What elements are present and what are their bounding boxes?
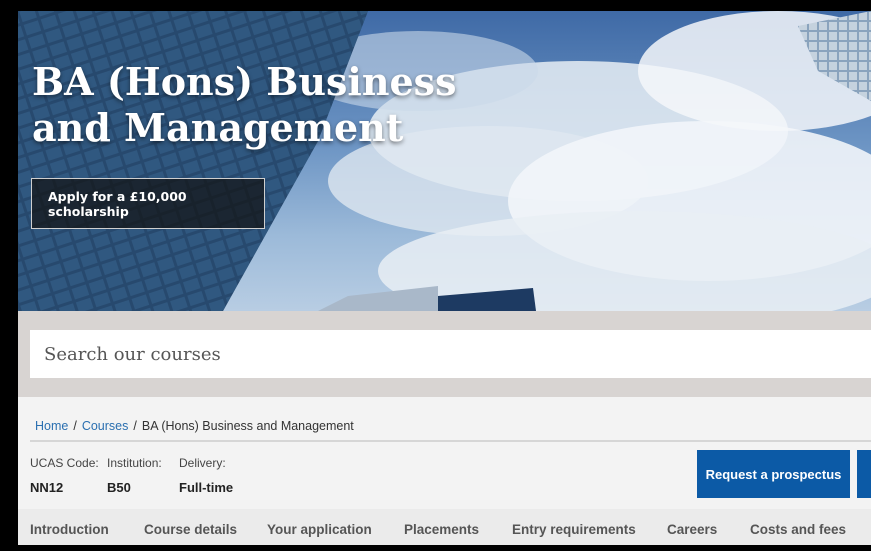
delivery-mode: Delivery: Full-time [179, 456, 233, 495]
breadcrumb-courses-link[interactable]: Courses [82, 419, 129, 433]
tab-costs-and-fees[interactable]: Costs and fees [750, 522, 846, 537]
tab-placements[interactable]: Placements [404, 522, 479, 537]
institution-label: Institution: [107, 456, 162, 470]
course-title: BA (Hons) Business and Management [32, 59, 492, 151]
breadcrumb-separator: / [133, 419, 137, 433]
scholarship-button[interactable]: Apply for a £10,000 scholarship [31, 178, 265, 229]
hero-banner: BA (Hons) Business and Management Apply … [18, 11, 871, 311]
breadcrumb: Home / Courses / BA (Hons) Business and Mana… [35, 419, 354, 433]
tab-entry-requirements[interactable]: Entry requirements [512, 522, 636, 537]
breadcrumb-divider [30, 440, 871, 442]
hero-background-image [18, 11, 871, 311]
course-title-line-2: and Management [32, 105, 404, 150]
tab-your-application[interactable]: Your application [267, 522, 372, 537]
breadcrumb-separator: / [73, 419, 77, 433]
search-band [18, 311, 871, 397]
ucas-code-label: UCAS Code: [30, 456, 99, 470]
secondary-action-button[interactable] [857, 450, 871, 498]
institution-code: Institution: B50 [107, 456, 162, 495]
breadcrumb-current: BA (Hons) Business and Management [141, 419, 354, 433]
tab-careers[interactable]: Careers [667, 522, 717, 537]
delivery-value: Full-time [179, 480, 234, 495]
screenshot-frame: BA (Hons) Business and Management Apply … [0, 0, 871, 551]
delivery-label: Delivery: [179, 456, 226, 470]
course-title-line-1: BA (Hons) Business [32, 59, 457, 104]
course-tab-nav: Introduction Course details Your applica… [18, 509, 871, 545]
course-page: BA (Hons) Business and Management Apply … [18, 11, 871, 545]
breadcrumb-home-link[interactable]: Home [35, 419, 68, 433]
tab-course-details[interactable]: Course details [144, 522, 237, 537]
course-search-input[interactable] [30, 330, 871, 378]
ucas-code: UCAS Code: NN12 [30, 456, 99, 495]
tab-introduction[interactable]: Introduction [30, 522, 109, 537]
institution-value: B50 [107, 480, 131, 495]
request-prospectus-button[interactable]: Request a prospectus [697, 450, 850, 498]
ucas-code-value: NN12 [30, 480, 64, 495]
